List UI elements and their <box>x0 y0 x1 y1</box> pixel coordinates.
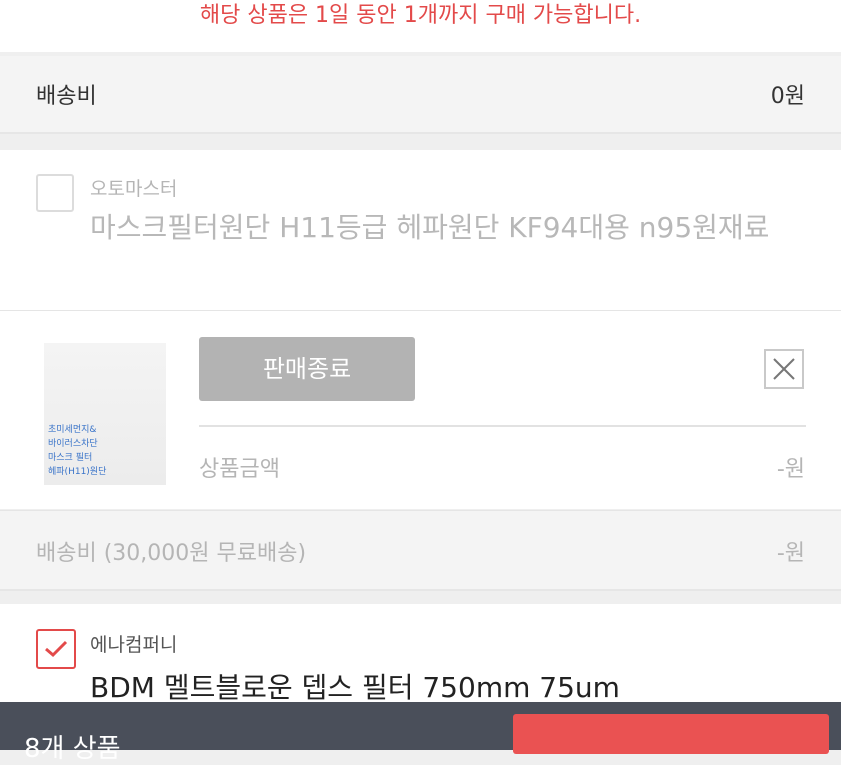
bottom-order-bar: 8개 상품 <box>0 702 841 764</box>
cart-item-1: 초미세먼지& 바이러스차단 마스크 필터 헤파(H11)원단 판매종료 상품금액… <box>0 311 841 509</box>
order-button[interactable] <box>513 714 829 754</box>
checkmark-icon <box>45 640 68 658</box>
seller-group-1: 오토마스터 마스크필터원단 H11등급 헤파원단 KF94대용 n95원재료 <box>0 150 841 311</box>
close-icon <box>773 358 795 380</box>
product-price-label: 상품금액 <box>199 457 280 482</box>
item-count-label: 8개 상품 <box>24 734 121 764</box>
item-shipping-row: 배송비 (30,000원 무료배송) -원 <box>0 510 841 591</box>
seller-2-checkbox[interactable] <box>36 629 76 669</box>
shipping-fee-label: 배송비 <box>36 84 97 109</box>
remove-item-button[interactable] <box>764 349 804 389</box>
product-price-value: -원 <box>776 457 805 482</box>
purchase-limit-notice: 해당 상품은 1일 동안 1개까지 구매 가능합니다. <box>0 0 841 52</box>
sold-out-badge: 판매종료 <box>199 337 415 401</box>
seller-2-product-title[interactable]: BDM 멜트블로운 뎁스 필터 750mm 75um <box>90 666 620 706</box>
thumb-line-3: 마스크 필터 <box>48 453 93 463</box>
thumb-line-4: 헤파(H11)원단 <box>48 467 107 477</box>
shipping-fee-row: 배송비 0원 <box>0 56 841 134</box>
item-shipping-label: 배송비 (30,000원 무료배송) <box>36 541 307 566</box>
seller-1-name: 오토마스터 <box>90 178 178 200</box>
thumbnail-caption: 초미세먼지& 바이러스차단 마스크 필터 헤파(H11)원단 <box>48 423 106 479</box>
seller-1-product-title[interactable]: 마스크필터원단 H11등급 헤파원단 KF94대용 n95원재료 <box>90 208 810 248</box>
thumb-line-2: 바이러스차단 <box>48 439 98 449</box>
product-thumbnail[interactable]: 초미세먼지& 바이러스차단 마스크 필터 헤파(H11)원단 <box>44 343 166 485</box>
shipping-fee-value: 0원 <box>770 84 805 109</box>
item-shipping-value: -원 <box>776 541 805 566</box>
divider <box>199 425 806 427</box>
seller-1-checkbox[interactable] <box>36 174 74 212</box>
seller-2-name: 에나컴퍼니 <box>90 634 178 656</box>
thumb-line-1: 초미세먼지& <box>48 425 97 435</box>
